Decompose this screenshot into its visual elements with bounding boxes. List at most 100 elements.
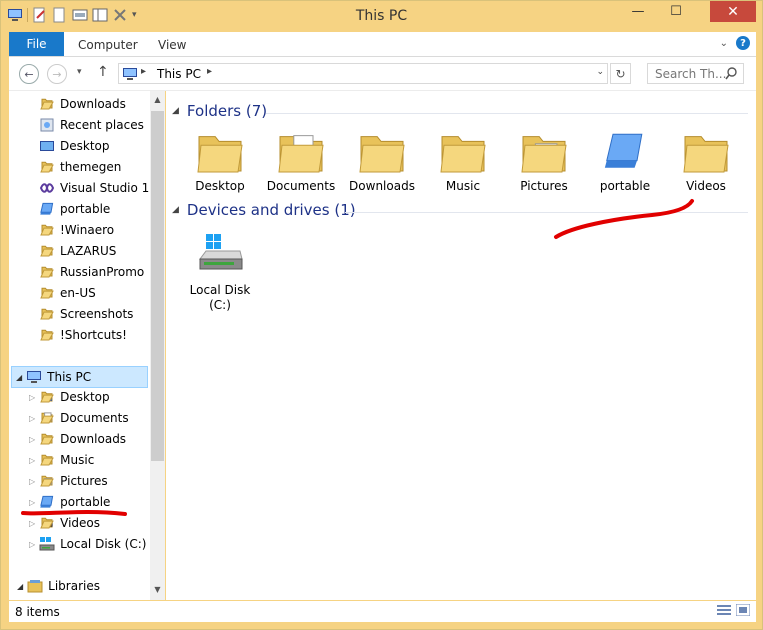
nav-this-pc-child[interactable]: ▷ Desktop — [29, 387, 110, 407]
folder-icon — [40, 161, 54, 173]
large-icons-view-icon[interactable] — [736, 604, 750, 616]
search-icon[interactable] — [725, 67, 738, 80]
desktop-icon — [40, 141, 54, 151]
nav-this-pc-child[interactable]: ▷ Documents — [29, 408, 129, 428]
refresh-button[interactable]: ↻ — [610, 63, 631, 84]
breadcrumb-separator-icon[interactable]: ▸ — [141, 66, 146, 77]
pictures-folder-icon — [521, 136, 567, 173]
nav-this-pc-child[interactable]: ▷ Pictures — [29, 471, 108, 491]
folder-tile[interactable]: Downloads — [346, 127, 418, 194]
up-button[interactable]: ↑ — [97, 64, 109, 80]
details-view-icon[interactable] — [717, 604, 731, 616]
collapse-chevron-icon[interactable]: ◢ — [172, 106, 179, 116]
expand-arrow-icon[interactable]: ▷ — [29, 435, 35, 444]
address-bar[interactable]: ▸ This PC ▸ ⌄ — [118, 63, 608, 84]
search-input[interactable]: Search Th... — [647, 63, 744, 84]
folder-tile[interactable]: Music — [427, 127, 499, 194]
documents-folder-icon — [278, 135, 324, 173]
expand-arrow-icon[interactable]: ▷ — [29, 414, 35, 423]
drives-group-header[interactable]: ◢ Devices and drives (1) — [172, 201, 356, 219]
nav-this-pc-child[interactable]: ▷ Downloads — [29, 429, 126, 449]
address-row: ← → ▾ ↑ ▸ This PC ▸ ⌄ ↻ Search Th... — [9, 57, 756, 91]
nav-favorite-item[interactable]: LAZARUS — [39, 241, 116, 261]
tab-file[interactable]: File — [9, 32, 64, 56]
folder-tile[interactable]: portable — [589, 127, 661, 194]
expand-ribbon-chevron-icon[interactable]: ⌄ — [720, 38, 728, 49]
minimize-button[interactable]: — — [624, 1, 652, 22]
address-dropdown-icon[interactable]: ⌄ — [596, 67, 604, 77]
nav-favorite-item[interactable]: en-US — [39, 283, 96, 303]
nav-libraries[interactable]: ◢ Libraries — [17, 576, 100, 596]
close-button[interactable]: ✕ — [710, 1, 756, 22]
nav-item-label: Documents — [60, 411, 129, 425]
folder-tile-label: Pictures — [520, 179, 568, 193]
tab-view[interactable]: View — [158, 38, 186, 52]
folder-tile[interactable]: Pictures — [508, 127, 580, 194]
nav-favorite-item[interactable]: Recent places — [39, 115, 144, 135]
recent-locations-chevron-icon[interactable]: ▾ — [77, 67, 82, 77]
folders-group-header[interactable]: ◢ Folders (7) — [172, 102, 267, 120]
videos-folder-icon — [683, 136, 729, 173]
nav-item-label: !Shortcuts! — [60, 328, 127, 342]
expand-arrow-icon[interactable]: ▷ — [29, 519, 35, 528]
documents-folder-icon — [40, 412, 55, 424]
nav-favorite-item[interactable]: portable — [39, 199, 110, 219]
search-placeholder: Search Th... — [655, 67, 727, 81]
folder-tile-label: portable — [599, 179, 651, 193]
this-pc-icon — [27, 371, 42, 383]
nav-favorite-item[interactable]: Screenshots — [39, 304, 133, 324]
navigation-scrollbar[interactable]: ▲ ▼ — [150, 91, 165, 600]
nav-this-pc-child[interactable]: ▷ Local Disk (C:) — [29, 534, 146, 554]
nav-favorite-item[interactable]: !Shortcuts! — [39, 325, 127, 345]
scroll-up-icon[interactable]: ▲ — [150, 95, 165, 109]
nav-item-label: Local Disk (C:) — [60, 537, 147, 551]
nav-favorite-item[interactable]: RussianPromo — [39, 262, 144, 282]
breadcrumb-separator-icon[interactable]: ▸ — [207, 66, 212, 77]
expand-arrow-icon[interactable]: ▷ — [29, 477, 35, 486]
nav-favorite-item[interactable]: Visual Studio 11 — [39, 178, 157, 198]
back-button[interactable]: ← — [19, 64, 39, 84]
folder-icon — [40, 245, 54, 257]
nav-favorite-item[interactable]: Downloads — [39, 94, 126, 114]
help-icon[interactable]: ? — [736, 36, 750, 50]
expand-arrow-icon[interactable]: ▷ — [29, 456, 35, 465]
folder-tile[interactable]: Videos — [670, 127, 742, 194]
folder-tile-label: Downloads — [349, 179, 415, 193]
desktop-folder-icon — [197, 136, 243, 173]
tab-computer[interactable]: Computer — [78, 38, 138, 52]
maximize-button[interactable]: ☐ — [662, 1, 690, 22]
breadcrumb-this-pc[interactable]: This PC — [157, 67, 201, 81]
ribbon-tabs: File Computer View ⌄ ? — [9, 32, 756, 57]
folder-icon — [40, 224, 54, 236]
expand-arrow-icon[interactable]: ▷ — [29, 540, 35, 549]
title-bar: ▾ This PC — ☐ ✕ — [1, 1, 762, 32]
folders-group-title: Folders (7) — [186, 102, 268, 120]
scroll-down-icon[interactable]: ▼ — [150, 585, 165, 599]
forward-button[interactable]: → — [47, 64, 67, 84]
nav-favorite-item[interactable]: themegen — [39, 157, 121, 177]
expand-arrow-icon[interactable]: ▷ — [29, 393, 35, 402]
nav-this-pc-label: This PC — [47, 370, 92, 384]
portable-icon — [604, 133, 643, 168]
nav-item-label: themegen — [60, 160, 122, 174]
collapse-arrow-icon[interactable]: ◢ — [16, 373, 22, 382]
folder-tile-label: Videos — [686, 179, 726, 193]
nav-item-label: Visual Studio 11 — [60, 181, 157, 195]
nav-this-pc-child[interactable]: ▷ Music — [29, 450, 94, 470]
nav-favorite-item[interactable]: !Winaero — [39, 220, 114, 240]
scrollbar-thumb[interactable] — [151, 111, 164, 461]
this-pc-icon — [123, 68, 137, 80]
folder-icon — [40, 266, 54, 278]
folder-tile[interactable]: Documents — [265, 127, 337, 194]
nav-item-label: Downloads — [60, 432, 127, 446]
collapse-chevron-icon[interactable]: ◢ — [172, 205, 179, 215]
nav-favorite-item[interactable]: Desktop — [39, 136, 110, 156]
drive-tile-local-disk[interactable]: Local Disk (C:) — [184, 231, 256, 313]
nav-this-pc[interactable]: ◢ This PC — [11, 366, 148, 388]
folder-tile[interactable]: Desktop — [184, 127, 256, 194]
collapse-arrow-icon[interactable]: ◢ — [17, 582, 23, 591]
drive-label: Local Disk — [189, 283, 251, 297]
red-annotation-underline — [21, 509, 127, 516]
navigation-pane: Downloads Recent places Desktop themegen Vis… — [9, 91, 165, 600]
group-divider — [266, 113, 748, 114]
